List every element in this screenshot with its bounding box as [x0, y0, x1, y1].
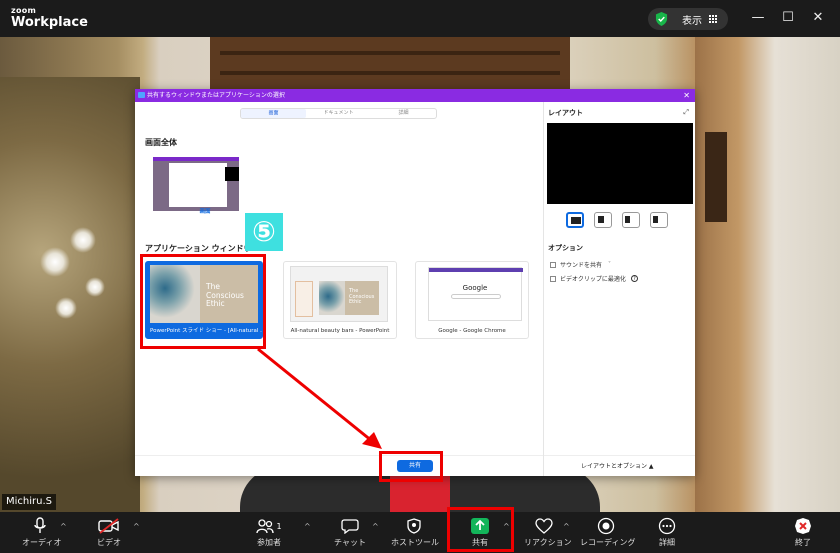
meeting-toolbar: オーディオ ^ ビデオ ^ 1 参加者 ^ チャット ^ ホストツール 共有 ^… [0, 512, 840, 553]
layout-choices [566, 212, 668, 228]
audio-caret-icon[interactable]: ^ [60, 522, 67, 531]
annotation-box-toolbar-share [447, 507, 514, 552]
host-shield-icon [407, 518, 421, 534]
zoom-logo: zoom Workplace [11, 6, 88, 30]
dialog-title-bar: 共有するウィンドウまたはアプリケーションの選択 ✕ [135, 89, 695, 102]
heart-icon [535, 518, 553, 534]
end-meeting-button[interactable]: 終了 [790, 516, 816, 548]
record-icon [597, 517, 615, 535]
layout-screen-only-icon[interactable] [566, 212, 584, 228]
help-icon[interactable]: ? [630, 275, 638, 282]
app-card-chrome[interactable]: Google Google - Google Chrome [415, 261, 529, 339]
end-x-icon [795, 518, 811, 534]
participant-name-label: Michiru.S [2, 494, 56, 510]
zoom-app-icon [138, 92, 145, 98]
video-label: ビデオ [97, 538, 121, 547]
video-off-icon [98, 518, 119, 534]
microphone-icon [34, 517, 46, 533]
chat-icon [341, 519, 359, 534]
end-label: 終了 [795, 538, 811, 547]
participants-icon [256, 519, 275, 534]
record-button[interactable]: レコーディング [580, 516, 636, 548]
maximize-button[interactable]: ☐ [777, 9, 799, 27]
app-caption: All-natural beauty bars - PowerPoint [290, 328, 390, 334]
section-whole-screen: 画面全体 [145, 138, 177, 147]
app-card-powerpoint-editor[interactable]: The Conscious Ethic All-natural beauty b… [283, 261, 397, 339]
option-share-sound[interactable]: サウンドを共有 ˅ [550, 260, 611, 269]
app-thumbnail-chrome: Google [428, 267, 523, 321]
logo-big-text: Workplace [11, 15, 88, 30]
more-label: 詳細 [659, 538, 675, 547]
app-thumbnail-editor: The Conscious Ethic [290, 266, 388, 322]
section-app-windows: アプリケーション ウィンドウ [145, 244, 252, 253]
tab-screen[interactable]: 画面 [241, 109, 306, 118]
wall-speaker [705, 132, 727, 222]
view-button[interactable]: 表示 [648, 8, 728, 30]
participants-count: 1 [276, 521, 282, 531]
chat-label: チャット [334, 538, 366, 547]
participants-button[interactable]: 1 参加者 [252, 516, 286, 548]
bookshelf [210, 37, 570, 97]
host-tools-label: ホストツール [391, 538, 439, 547]
expand-icon[interactable]: ⤢ [683, 108, 689, 117]
layout-pip-icon[interactable] [622, 212, 640, 228]
layout-panel: レイアウト ⤢ オプション サウンドを共有 ˅ ビデオクリップに最適化 ? レイ… [543, 102, 695, 476]
right-wall [695, 37, 840, 512]
participants-caret-icon[interactable]: ^ [304, 522, 311, 531]
layout-sidebyside-icon[interactable] [650, 212, 668, 228]
layout-preview [547, 123, 693, 204]
google-logo-text: Google [462, 284, 488, 292]
option-optimize-video[interactable]: ビデオクリップに最適化 ? [550, 274, 638, 283]
checkbox[interactable] [550, 261, 556, 268]
audio-button[interactable]: オーディオ [22, 516, 62, 548]
share-tabs: 画面 ドキュメント 詳細 [240, 108, 437, 119]
chat-button[interactable]: チャット [334, 516, 366, 548]
participants-label: 参加者 [257, 538, 281, 547]
grid-icon [709, 15, 717, 23]
more-icon [658, 517, 676, 535]
chat-caret-icon[interactable]: ^ [372, 522, 379, 531]
minimize-button[interactable]: — [747, 9, 769, 27]
close-button[interactable]: ✕ [807, 9, 829, 27]
dialog-title: 共有するウィンドウまたはアプリケーションの選択 [147, 92, 285, 99]
options-title: オプション [548, 244, 583, 252]
reactions-button[interactable]: リアクション [524, 516, 572, 548]
host-tools-button[interactable]: ホストツール [391, 516, 439, 548]
layout-title: レイアウト [548, 109, 583, 117]
wall-painting [0, 77, 140, 512]
step-number-badge: ⑤ [245, 213, 283, 251]
logo-small-text: zoom [11, 6, 37, 15]
annotation-box-app [140, 254, 266, 349]
tab-advanced[interactable]: 詳細 [371, 109, 436, 118]
shield-check-icon [655, 12, 668, 26]
annotation-box-share [379, 451, 443, 482]
more-button[interactable]: 詳細 [655, 516, 679, 548]
audio-label: オーディオ [22, 538, 62, 547]
video-caret-icon[interactable]: ^ [133, 522, 140, 531]
title-bar: zoom Workplace 表示 — ☐ ✕ [0, 0, 840, 37]
reactions-label: リアクション [524, 538, 572, 547]
view-label: 表示 [682, 15, 702, 27]
dialog-close-icon[interactable]: ✕ [683, 89, 690, 102]
reactions-caret-icon[interactable]: ^ [563, 522, 570, 531]
layout-options-toggle[interactable]: レイアウトとオプション ▲ [581, 461, 654, 470]
record-label: レコーディング [580, 538, 636, 547]
tab-document[interactable]: ドキュメント [306, 109, 371, 118]
screen-thumbnail [153, 157, 239, 211]
app-caption: Google - Google Chrome [438, 328, 506, 334]
checkbox[interactable] [550, 275, 556, 282]
chevron-down-icon[interactable]: ˅ [608, 261, 611, 268]
video-button[interactable]: ビデオ [96, 516, 122, 548]
layout-speaker-side-icon[interactable] [594, 212, 612, 228]
